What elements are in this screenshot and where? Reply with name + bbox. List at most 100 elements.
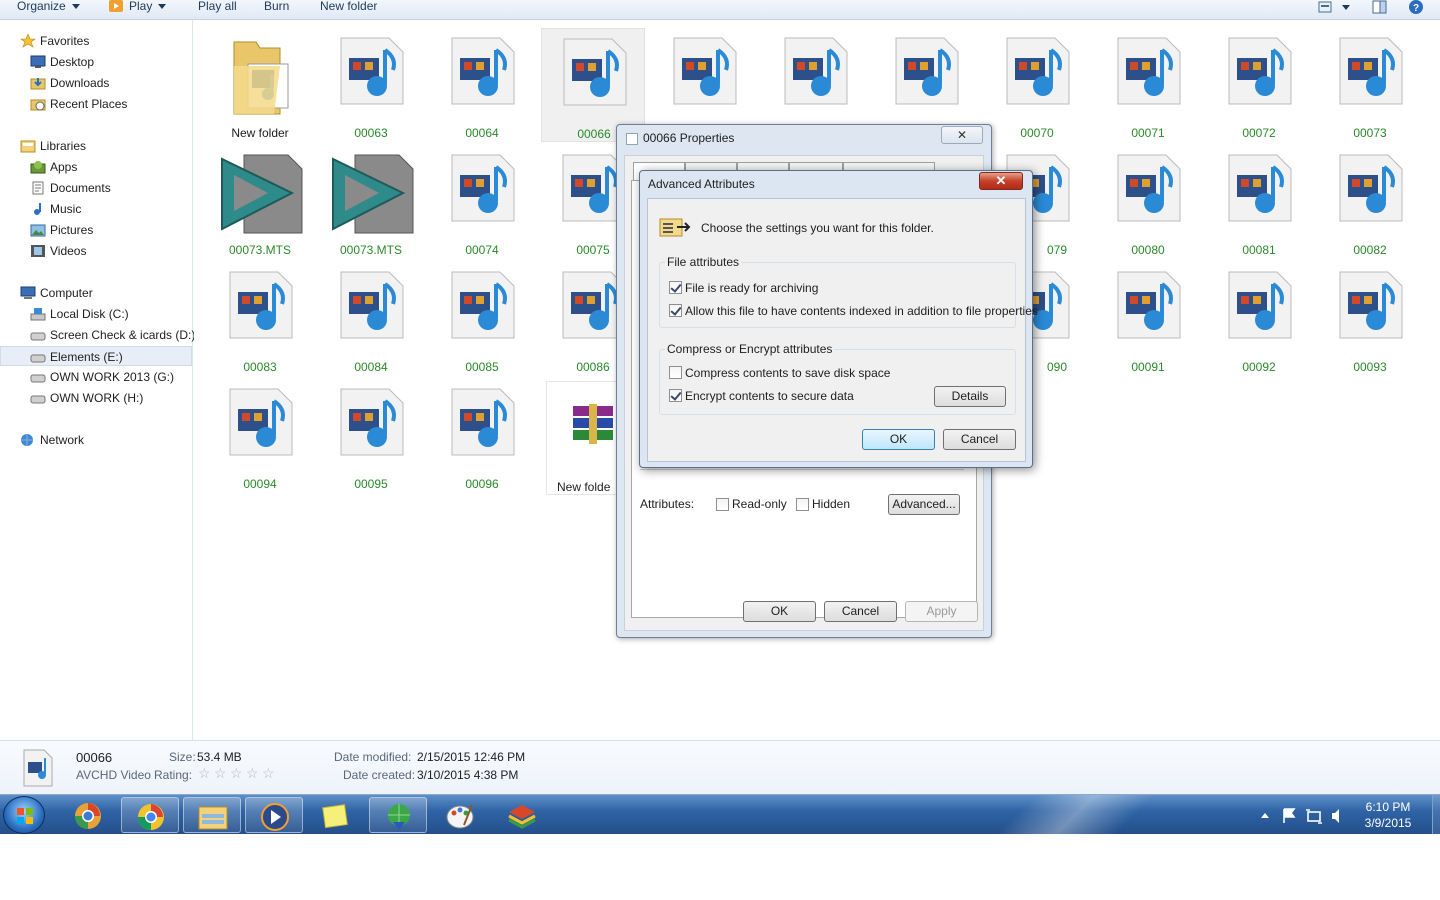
new-folder-button[interactable]: New folder <box>320 0 377 14</box>
rating-star-icon[interactable]: ☆ <box>214 766 228 780</box>
nav-drive-g-label: OWN WORK 2013 (G:) <box>50 370 175 384</box>
taskbar-chrome-canary[interactable] <box>59 797 117 833</box>
downloads-folder-icon <box>30 78 46 90</box>
file-tile[interactable]: 00084 <box>319 262 423 376</box>
details-pane: 00066 AVCHD Video Size: 53.4 MB Rating: … <box>0 740 1440 794</box>
properties-apply-button[interactable]: Apply <box>905 601 978 622</box>
video-file-icon <box>340 37 404 105</box>
nav-favorites-label: Favorites <box>40 34 90 48</box>
properties-close-button[interactable]: ✕ <box>941 126 983 144</box>
play-all-button[interactable]: Play all <box>198 0 237 14</box>
read-only-checkbox[interactable] <box>716 498 729 511</box>
file-tile[interactable]: 00096 <box>430 379 534 493</box>
file-name: 00064 <box>465 126 499 140</box>
file-tile[interactable]: 00093 <box>1318 262 1422 376</box>
properties-ok-button[interactable]: OK <box>743 601 816 622</box>
system-drive-icon <box>30 308 46 321</box>
archiving-checkbox[interactable] <box>669 281 682 294</box>
advanced-button[interactable]: Advanced... <box>888 494 960 515</box>
file-tile[interactable]: 00064 <box>430 28 534 142</box>
taskbar-chrome[interactable] <box>121 797 179 833</box>
nav-music-label: Music <box>50 202 82 216</box>
pictures-icon <box>30 224 46 237</box>
file-tile[interactable]: 00080 <box>1096 145 1200 259</box>
taskbar-glare <box>975 795 1165 834</box>
file-tile[interactable]: 00074 <box>430 145 534 259</box>
taskbar-clock[interactable]: 6:10 PM 3/9/2015 <box>1352 799 1424 831</box>
file-name: 00085 <box>465 360 499 374</box>
file-tile[interactable]: 00081 <box>1207 145 1311 259</box>
file-tile[interactable]: 00073.MTS <box>319 145 423 259</box>
preview-pane-icon[interactable] <box>1372 0 1388 14</box>
video-file-icon <box>340 388 404 456</box>
change-view-icon[interactable] <box>1318 0 1354 14</box>
taskbar-sticky-notes[interactable] <box>307 797 365 833</box>
taskbar-bluestacks[interactable] <box>493 797 551 833</box>
rating-star-icon[interactable]: ☆ <box>198 766 212 780</box>
file-name: 00063 <box>354 126 388 140</box>
hidden-label: Hidden <box>812 497 851 511</box>
file-tile[interactable]: 00091 <box>1096 262 1200 376</box>
show-desktop-button[interactable] <box>1432 795 1440 834</box>
taskbar-download-manager[interactable] <box>369 797 427 833</box>
file-tile[interactable]: 00094 <box>208 379 312 493</box>
start-button[interactable] <box>3 796 45 834</box>
apps-library-icon <box>30 161 46 174</box>
file-attributes-title: File attributes <box>665 255 742 269</box>
file-name: 00084 <box>354 360 388 374</box>
file-tile[interactable]: 00092 <box>1207 262 1311 376</box>
video-file-icon <box>563 38 627 106</box>
file-tile[interactable]: 00085 <box>430 262 534 376</box>
encrypt-checkbox[interactable] <box>669 389 682 402</box>
file-tile[interactable]: 00082 <box>1318 145 1422 259</box>
advanced-close-button[interactable]: ✕ <box>979 172 1023 190</box>
nav-recent-places-label: Recent Places <box>50 97 128 111</box>
details-file-type: AVCHD Video <box>76 768 151 782</box>
organize-button[interactable]: Organize <box>17 0 80 14</box>
video-file-icon <box>23 749 53 787</box>
file-tile[interactable]: 00063 <box>319 28 423 142</box>
file-tile[interactable]: 00070 <box>985 28 1089 142</box>
file-tile[interactable]: 00073 <box>1318 28 1422 142</box>
hidden-checkbox[interactable] <box>796 498 809 511</box>
burn-button[interactable]: Burn <box>264 0 289 14</box>
svg-text:?: ? <box>1413 3 1419 14</box>
details-file-name: 00066 <box>76 750 113 765</box>
file-tile[interactable]: 00095 <box>319 379 423 493</box>
play-button[interactable]: Play <box>109 0 167 14</box>
archiving-label: File is ready for archiving <box>685 281 819 295</box>
network-tray-icon <box>1307 811 1321 822</box>
help-icon[interactable]: ? <box>1408 0 1424 14</box>
file-tile[interactable]: 00083 <box>208 262 312 376</box>
video-file-icon <box>451 37 515 105</box>
taskbar-explorer[interactable] <box>183 797 241 833</box>
date-modified-label: Date modified: <box>334 750 412 764</box>
file-name: 00083 <box>243 360 277 374</box>
file-tile[interactable]: New folder <box>208 28 312 142</box>
sticky-notes-icon <box>322 804 348 829</box>
rating-star-icon[interactable]: ☆ <box>246 766 260 780</box>
taskbar-media-player[interactable] <box>245 797 303 833</box>
nav-apps-label: Apps <box>50 160 78 174</box>
advanced-ok-button[interactable]: OK <box>862 429 935 450</box>
advanced-cancel-button[interactable]: Cancel <box>943 429 1016 450</box>
taskbar-paint[interactable] <box>431 797 489 833</box>
rating-star-icon[interactable]: ☆ <box>230 766 244 780</box>
computer-icon <box>20 286 36 299</box>
video-file-icon <box>784 37 848 105</box>
folder-properties-icon <box>659 218 691 237</box>
file-tile[interactable]: 00073.MTS <box>208 145 312 259</box>
nav-drive-e[interactable]: Elements (E:) <box>0 346 192 366</box>
file-tile[interactable]: 00071 <box>1096 28 1200 142</box>
media-player-icon <box>261 803 289 831</box>
video-file-icon <box>340 271 404 339</box>
properties-cancel-button[interactable]: Cancel <box>824 601 897 622</box>
compress-checkbox[interactable] <box>669 366 682 379</box>
rating-star-icon[interactable]: ☆ <box>262 766 276 780</box>
file-name: 00095 <box>354 477 388 491</box>
details-button[interactable]: Details <box>934 386 1006 407</box>
video-file-icon <box>1117 154 1181 222</box>
indexed-checkbox[interactable] <box>669 304 682 317</box>
video-file-icon <box>895 37 959 105</box>
file-tile[interactable]: 00072 <box>1207 28 1311 142</box>
